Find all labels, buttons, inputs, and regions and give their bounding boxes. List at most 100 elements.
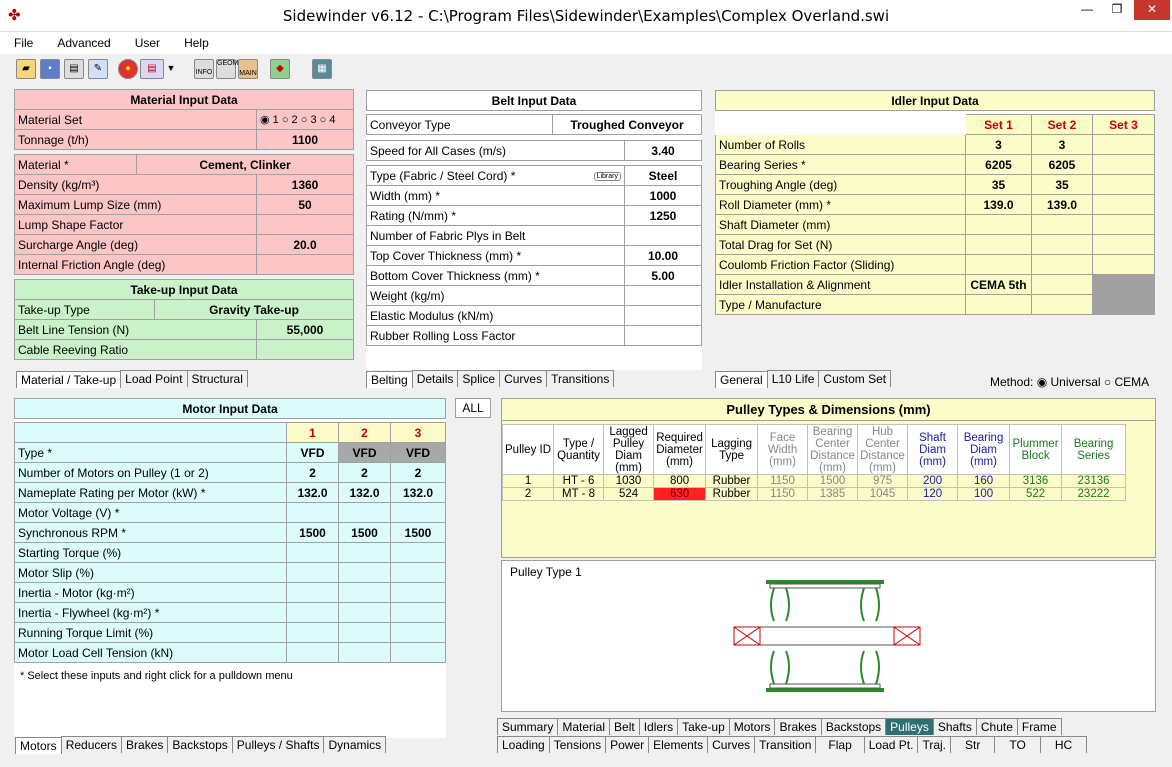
cell[interactable]: MT - 8 xyxy=(553,487,605,501)
cell[interactable]: 23222 xyxy=(1061,487,1127,501)
motor-cell[interactable]: VFD xyxy=(286,442,339,463)
idler-cell[interactable]: 3 xyxy=(965,134,1032,155)
motor-cell[interactable] xyxy=(338,502,391,523)
tab-str[interactable]: Str xyxy=(950,736,996,753)
tab-brakes-bottom[interactable]: Brakes xyxy=(774,718,822,735)
cell[interactable]: 1150 xyxy=(757,487,809,501)
tab-dynamics[interactable]: Dynamics xyxy=(323,736,387,753)
tonnage-value[interactable]: 1100 xyxy=(256,129,354,150)
motor-cell[interactable] xyxy=(390,642,446,663)
motor-cell[interactable] xyxy=(338,582,391,603)
cell[interactable]: 200 xyxy=(907,474,959,488)
idler-cell[interactable] xyxy=(1092,254,1155,275)
motor-cell[interactable]: 2 xyxy=(390,462,446,483)
idler-cell[interactable]: 6205 xyxy=(1031,154,1093,175)
idler-cell[interactable]: 139.0 xyxy=(1031,194,1093,215)
edit-icon[interactable]: ✎ xyxy=(88,59,108,79)
tab-backstops[interactable]: Backstops xyxy=(167,736,233,753)
tab-elements[interactable]: Elements xyxy=(648,736,709,753)
table-row[interactable]: 2 MT - 8 524 630 Rubber 1150 1385 1045 120 100 522… xyxy=(501,487,1127,501)
tab-frame[interactable]: Frame xyxy=(1016,718,1062,735)
lump-size-value[interactable]: 50 xyxy=(256,194,354,215)
motor-cell[interactable] xyxy=(390,622,446,643)
idler-cell[interactable] xyxy=(1031,214,1093,235)
width-value[interactable]: 1000 xyxy=(624,185,702,206)
tab-transitions[interactable]: Transitions xyxy=(546,370,615,387)
radio-universal[interactable]: ◉ xyxy=(1037,375,1051,389)
radio-set-3[interactable]: ○ xyxy=(301,114,311,126)
speed-value[interactable]: 3.40 xyxy=(624,140,702,161)
belt-type-value[interactable]: Steel xyxy=(624,165,702,186)
rolling-loss-value[interactable] xyxy=(624,325,702,346)
motor-cell[interactable]: 132.0 xyxy=(390,482,446,503)
modulus-value[interactable] xyxy=(624,305,702,326)
flag-icon[interactable]: ▤ xyxy=(140,59,164,79)
radio-set-2[interactable]: ○ xyxy=(282,114,292,126)
flag-dropdown-icon[interactable]: ▼ xyxy=(165,59,177,79)
cell[interactable]: 1 xyxy=(501,474,555,488)
material-set-radios[interactable]: ◉ 1 ○ 2 ○ 3 ○ 4 xyxy=(256,109,354,130)
idler-cell[interactable]: 3 xyxy=(1031,134,1093,155)
tab-transition[interactable]: Transition xyxy=(754,736,817,753)
calculator-icon[interactable]: ▦ xyxy=(312,59,332,79)
idler-cell[interactable] xyxy=(1092,174,1155,195)
tab-hc[interactable]: HC xyxy=(1039,736,1088,753)
motor-cell[interactable] xyxy=(390,542,446,563)
motor-cell[interactable] xyxy=(338,542,391,563)
tab-curves-bottom[interactable]: Curves xyxy=(707,736,756,753)
idler-cell[interactable]: 139.0 xyxy=(965,194,1032,215)
maximize-button[interactable]: ❐ xyxy=(1106,0,1128,20)
menu-file[interactable]: File xyxy=(0,32,43,50)
tab-motors-bottom[interactable]: Motors xyxy=(728,718,776,735)
motor-cell[interactable]: VFD xyxy=(390,442,446,463)
tab-structural[interactable]: Structural xyxy=(186,370,248,387)
weight-value[interactable] xyxy=(624,285,702,306)
idler-cell[interactable] xyxy=(1092,134,1155,155)
tab-reducers[interactable]: Reducers xyxy=(60,736,123,753)
cell[interactable]: 2 xyxy=(501,487,555,501)
main-icon[interactable]: MAIN xyxy=(238,59,258,79)
cell[interactable]: HT - 6 xyxy=(553,474,605,488)
save-icon[interactable]: ▪ xyxy=(40,59,60,79)
lump-shape-value[interactable] xyxy=(256,214,354,235)
tab-summary[interactable]: Summary xyxy=(497,718,559,735)
motor-cell[interactable] xyxy=(338,602,391,623)
idler-cell[interactable] xyxy=(965,294,1032,315)
cell[interactable]: 100 xyxy=(957,487,1011,501)
cell[interactable]: 800 xyxy=(653,474,707,488)
motor-cell[interactable]: 132.0 xyxy=(286,482,339,503)
library-button[interactable]: Library xyxy=(593,171,621,181)
material-value[interactable]: Cement, Clinker xyxy=(136,154,354,175)
cell[interactable]: 23136 xyxy=(1061,474,1127,488)
cell[interactable]: 1500 xyxy=(807,474,859,488)
tab-general[interactable]: General xyxy=(715,371,768,388)
rating-value[interactable]: 1250 xyxy=(624,205,702,226)
idler-cell[interactable] xyxy=(1092,194,1155,215)
menu-advanced[interactable]: Advanced xyxy=(43,32,120,50)
idler-cell[interactable] xyxy=(1031,254,1093,275)
motor-cell[interactable] xyxy=(390,562,446,583)
tab-load-point[interactable]: Load Point xyxy=(120,370,188,387)
tab-splice[interactable]: Splice xyxy=(457,370,501,387)
open-icon[interactable]: ▰ xyxy=(16,59,36,79)
idler-cell[interactable] xyxy=(1092,214,1155,235)
motor-cell[interactable] xyxy=(286,502,339,523)
tab-chute[interactable]: Chute xyxy=(975,718,1018,735)
takeup-type-value[interactable]: Gravity Take-up xyxy=(154,299,354,320)
motor-cell[interactable] xyxy=(338,622,391,643)
tab-curves[interactable]: Curves xyxy=(499,370,548,387)
motor-cell[interactable] xyxy=(338,562,391,583)
friction-angle-value[interactable] xyxy=(256,254,354,275)
idler-cell[interactable]: 35 xyxy=(1031,174,1093,195)
cell[interactable]: 975 xyxy=(857,474,909,488)
idler-cell[interactable] xyxy=(965,234,1032,255)
geom-icon[interactable]: GEOM xyxy=(216,59,238,79)
tab-custom-set[interactable]: Custom Set xyxy=(818,370,892,387)
idler-cell[interactable]: 35 xyxy=(965,174,1032,195)
globe-icon[interactable]: ● xyxy=(118,59,138,79)
motor-cell[interactable]: 1500 xyxy=(286,522,339,543)
motor-cell[interactable] xyxy=(286,582,339,603)
info-icon[interactable]: INFO xyxy=(194,59,214,79)
idler-cell[interactable]: CEMA 5th xyxy=(965,274,1032,295)
tab-load-pt[interactable]: Load Pt. xyxy=(863,736,919,753)
